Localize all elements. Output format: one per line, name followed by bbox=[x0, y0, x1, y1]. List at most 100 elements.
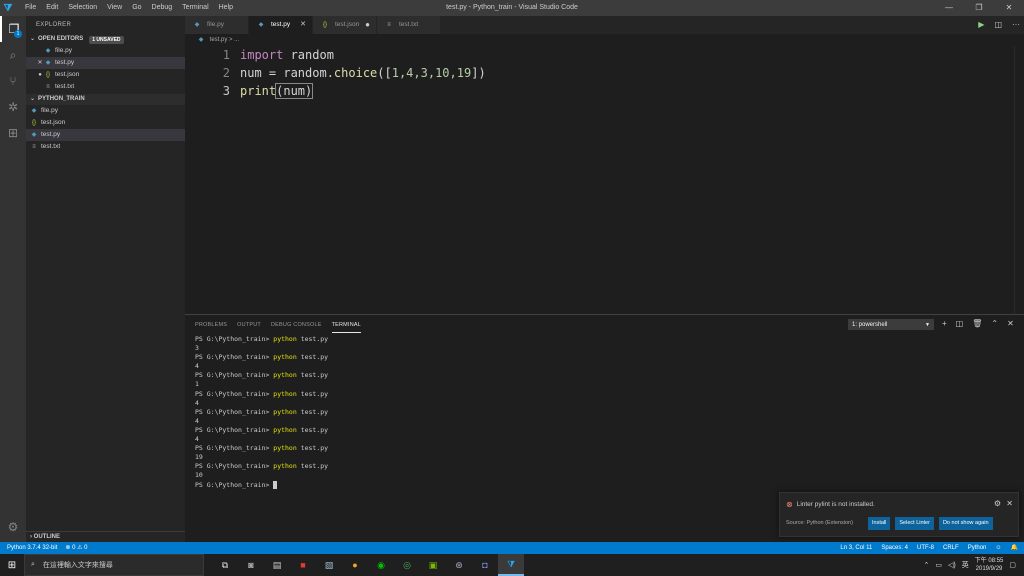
tab-test-txt[interactable]: ≡ test.txt bbox=[377, 16, 441, 34]
open-editor-item[interactable]: ● {} test.json bbox=[26, 69, 185, 81]
open-editor-item[interactable]: ≡ test.txt bbox=[26, 81, 185, 93]
open-editor-item[interactable]: ✕ ◆ test.py bbox=[26, 57, 185, 69]
open-editor-item[interactable]: ◆ file.py bbox=[26, 45, 185, 57]
windows-start-icon[interactable]: ⊞ bbox=[0, 554, 24, 576]
tab-output[interactable]: OUTPUT bbox=[237, 318, 261, 332]
split-editor-icon[interactable]: ◫ bbox=[994, 16, 1002, 34]
source-control-icon[interactable]: ⑂ bbox=[0, 68, 26, 94]
code-text: random bbox=[283, 48, 334, 62]
outline-header[interactable]: › OUTLINE bbox=[26, 531, 185, 542]
explorer-icon[interactable]: ❐ 1 bbox=[0, 16, 26, 42]
steam-icon[interactable]: ⊛ bbox=[446, 554, 472, 576]
text-file-icon: ≡ bbox=[32, 144, 36, 150]
tab-debug-console[interactable]: DEBUG CONSOLE bbox=[271, 318, 322, 332]
discord-icon[interactable]: ◘ bbox=[472, 554, 498, 576]
chevron-up-icon[interactable]: ⌃ bbox=[991, 319, 998, 328]
code-line: 3 print(num) bbox=[185, 82, 1024, 100]
unsaved-dot-icon[interactable]: ● bbox=[365, 16, 370, 34]
nvidia-icon[interactable]: ▣ bbox=[420, 554, 446, 576]
line-number: 1 bbox=[222, 48, 230, 62]
tab-file-py[interactable]: ◆ file.py bbox=[185, 16, 249, 34]
new-terminal-icon[interactable]: + bbox=[942, 319, 947, 328]
install-button[interactable]: Install bbox=[868, 517, 891, 530]
run-icon[interactable]: ▶ bbox=[978, 16, 984, 34]
terminal-command: python bbox=[273, 444, 297, 453]
breadcrumb[interactable]: ◆ test.py > ... bbox=[185, 34, 1024, 46]
terminal-argument: test.py bbox=[296, 353, 329, 362]
folder-header[interactable]: ⌄ PYTHON_TRAIN bbox=[26, 94, 185, 105]
code-editor[interactable]: 1 import random 2 num = random.choice([1… bbox=[185, 46, 1024, 314]
manage-gear-icon[interactable]: ⚙ bbox=[0, 514, 26, 540]
file-item[interactable]: {} test.json bbox=[26, 117, 185, 129]
debug-icon[interactable]: ✲ bbox=[0, 94, 26, 120]
ime-indicator[interactable]: 英 bbox=[962, 560, 969, 570]
app-icon[interactable]: ■ bbox=[290, 554, 316, 576]
python-interpreter[interactable]: Python 3.7.4 32-bit bbox=[7, 542, 57, 554]
terminal-output[interactable]: PS G:\Python_train> python test.py 3 PS G:… bbox=[185, 335, 1024, 490]
menu-go[interactable]: Go bbox=[127, 0, 146, 16]
do-not-show-again-button[interactable]: Do not show again bbox=[938, 517, 993, 530]
close-tab-icon[interactable]: ✕ bbox=[300, 16, 306, 34]
gear-icon[interactable]: ⚙ bbox=[994, 499, 1001, 508]
restore-button[interactable]: ❐ bbox=[964, 0, 994, 16]
tab-terminal[interactable]: TERMINAL bbox=[331, 318, 361, 333]
tab-test-py[interactable]: ◆ test.py ✕ bbox=[249, 16, 313, 34]
explorer-sidebar: EXPLORER ⌄ OPEN EDITORS 1 UNSAVED ◆ file… bbox=[26, 16, 185, 542]
app-icon[interactable]: ▧ bbox=[316, 554, 342, 576]
menu-selection[interactable]: Selection bbox=[63, 0, 102, 16]
menu-view[interactable]: View bbox=[102, 0, 127, 16]
explorer-app-icon[interactable]: ▤ bbox=[264, 554, 290, 576]
network-icon[interactable]: ▭ bbox=[935, 561, 942, 569]
close-icon[interactable]: ✕ bbox=[1006, 499, 1013, 508]
bell-icon[interactable]: 🔔 bbox=[1011, 542, 1018, 554]
notifications-icon[interactable]: ▢ bbox=[1009, 561, 1016, 569]
unsaved-dot-icon: ● bbox=[38, 72, 42, 78]
menu-terminal[interactable]: Terminal bbox=[177, 0, 213, 16]
search-icon[interactable]: ⌕ bbox=[0, 42, 26, 68]
tab-problems[interactable]: PROBLEMS bbox=[195, 318, 227, 332]
chrome-icon[interactable]: ◎ bbox=[394, 554, 420, 576]
close-panel-icon[interactable]: ✕ bbox=[1007, 319, 1014, 328]
menu-help[interactable]: Help bbox=[214, 0, 238, 16]
clock[interactable]: 下午 08:55 2019/9/29 bbox=[975, 557, 1004, 573]
extensions-icon[interactable]: ⊞ bbox=[0, 120, 26, 146]
tab-label: file.py bbox=[207, 21, 224, 28]
file-item[interactable]: ≡ test.txt bbox=[26, 141, 185, 153]
more-actions-icon[interactable]: ··· bbox=[1012, 16, 1020, 34]
editor-scrollbar[interactable] bbox=[1014, 46, 1024, 314]
menu-debug[interactable]: Debug bbox=[147, 0, 178, 16]
smiley-icon[interactable]: ☺ bbox=[995, 542, 1001, 554]
file-name: test.py bbox=[41, 131, 61, 138]
open-editors-header[interactable]: ⌄ OPEN EDITORS 1 UNSAVED bbox=[26, 34, 185, 45]
trash-icon[interactable]: 🗑 bbox=[972, 319, 982, 328]
code-line: 2 num = random.choice([1,4,3,10,19]) bbox=[185, 64, 1024, 82]
taskbar-search[interactable]: ⌕ 在這裡輸入文字來搜尋 bbox=[24, 554, 204, 576]
app-icon[interactable]: ● bbox=[342, 554, 368, 576]
line-app-icon[interactable]: ◉ bbox=[368, 554, 394, 576]
end-of-line[interactable]: CRLF bbox=[943, 542, 959, 554]
terminal-prompt: PS G:\Python_train> bbox=[195, 371, 274, 380]
terminal-argument: test.py bbox=[296, 371, 329, 380]
task-view-icon[interactable]: ⧉ bbox=[212, 554, 238, 576]
cursor-position[interactable]: Ln 3, Col 11 bbox=[840, 542, 872, 554]
menu-file[interactable]: File bbox=[20, 0, 41, 16]
menu-edit[interactable]: Edit bbox=[41, 0, 63, 16]
app-icon[interactable]: ◙ bbox=[238, 554, 264, 576]
split-terminal-icon[interactable]: ◫ bbox=[956, 319, 964, 328]
volume-icon[interactable]: ◁) bbox=[948, 561, 956, 569]
close-editor-icon[interactable]: ✕ bbox=[36, 57, 44, 69]
terminal-argument: test.py bbox=[296, 389, 329, 398]
language-mode[interactable]: Python bbox=[968, 542, 987, 554]
vscode-taskbar-icon[interactable]: ⧩ bbox=[498, 554, 524, 576]
minimize-button[interactable]: — bbox=[934, 0, 964, 16]
select-linter-button[interactable]: Select Linter bbox=[895, 517, 934, 530]
file-item[interactable]: ◆ test.py bbox=[26, 129, 185, 141]
chevron-up-icon[interactable]: ⌃ bbox=[923, 561, 929, 569]
file-item[interactable]: ◆ file.py bbox=[26, 105, 185, 117]
close-window-button[interactable]: ✕ bbox=[994, 0, 1024, 16]
terminal-select[interactable]: 1: powershell ▼ bbox=[848, 319, 934, 330]
encoding[interactable]: UTF-8 bbox=[917, 542, 934, 554]
problems-count[interactable]: ⊗ 0 ⚠ 0 bbox=[65, 542, 87, 554]
indentation[interactable]: Spaces: 4 bbox=[881, 542, 908, 554]
tab-test-json[interactable]: {} test.json ● bbox=[313, 16, 377, 34]
